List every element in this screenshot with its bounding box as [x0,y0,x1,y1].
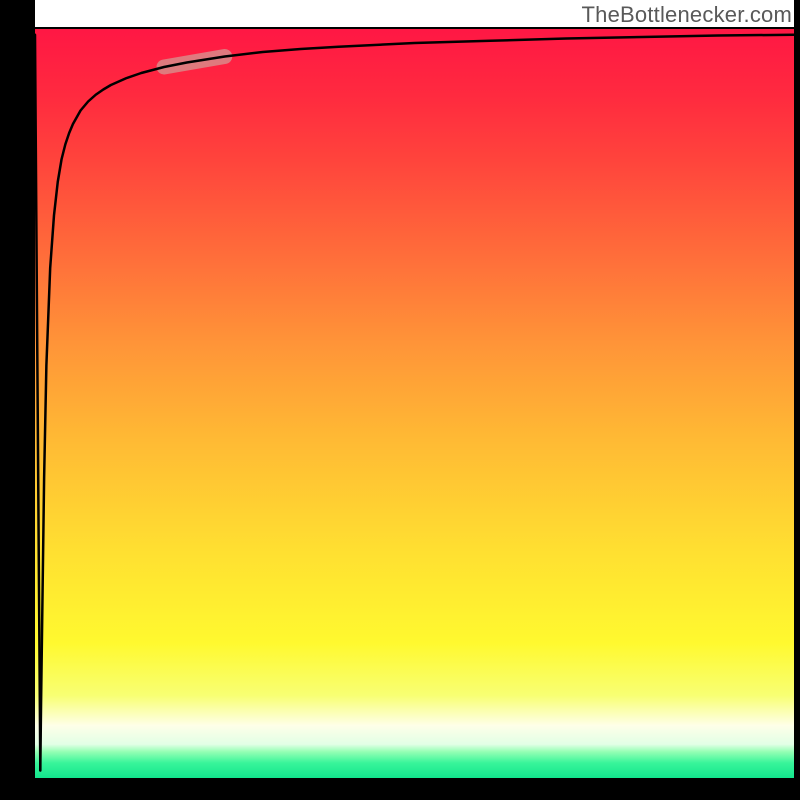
axes-frame-side [0,778,800,800]
gradient-background [35,28,794,778]
axes-frame-side [35,28,794,29]
axes-frame-side [0,0,35,800]
chart-svg [0,0,800,800]
attribution-label: TheBottlenecker.com [582,2,792,28]
axes-frame-side [794,0,800,800]
chart-container: TheBottlenecker.com [0,0,800,800]
